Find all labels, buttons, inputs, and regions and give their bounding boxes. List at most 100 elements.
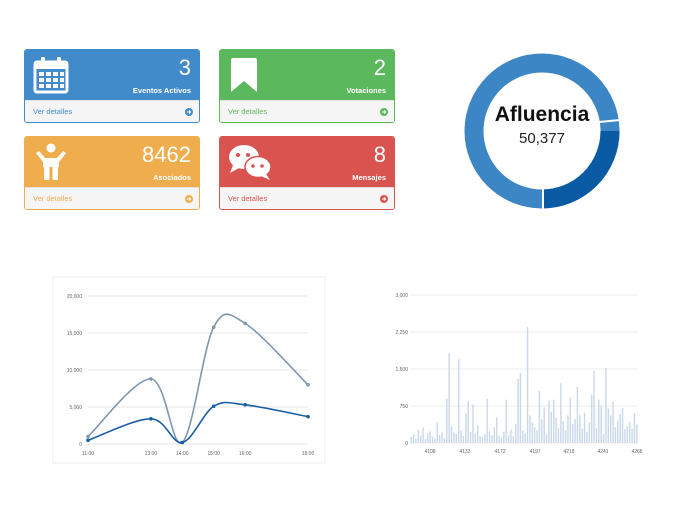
series-line [87,313,309,444]
bar [598,399,600,443]
bar [590,394,593,443]
bar [560,383,562,443]
bar [576,386,579,443]
bar [512,436,515,443]
y-tick-label: 20,000 [67,294,83,300]
y-tick-label: 15,000 [67,331,83,337]
card-count: 8462 [142,142,191,167]
bar [602,434,605,443]
y-tick-label: 2,250 [395,330,408,336]
bar [417,430,420,443]
bar [571,424,574,443]
bar [457,359,460,443]
x-tick-label: 4218 [563,449,574,455]
bar [617,420,619,443]
y-tick-label: 1,500 [395,367,408,373]
bar [600,405,602,443]
bar [569,397,572,443]
bar [536,430,538,443]
data-point [211,404,216,409]
bar [593,370,595,443]
bar [612,401,614,443]
bar [529,415,531,443]
x-tick-label: 4108 [424,449,435,455]
bar [436,422,439,443]
afluencia-donut: Afluencia 50,377 [463,52,621,210]
bar [624,429,626,443]
card-asociados: 8462 Asociados Ver detalles [24,136,200,210]
bar [493,427,496,443]
card-count: 3 [178,55,191,80]
bar [631,428,633,443]
bar [443,438,446,443]
bar [595,428,598,443]
y-tick-label: 0 [405,441,408,447]
bar [438,435,441,443]
bar [633,412,636,443]
bar [469,431,472,443]
bar [479,436,481,443]
card-votaciones: 2 Votaciones Ver detalles [219,49,395,123]
ver-detalles-link[interactable]: Ver detalles [25,100,199,122]
bar [488,431,491,443]
bar [583,412,586,443]
bar [567,415,569,443]
bar [557,428,560,443]
bar [422,427,424,443]
bar [517,378,519,443]
card-header: 2 Votaciones [220,50,394,100]
bar [514,424,517,443]
card-label: Mensajes [352,173,386,182]
arrow-circle-right-icon [380,195,388,203]
arrow-circle-right-icon [185,108,193,116]
data-point [149,377,153,381]
bar [588,422,591,443]
card-header: 8462 Asociados [25,137,199,187]
line-chart: 0 5,000 10,000 15,000 20,000 11:00 13:00 14:00 1… [52,276,328,471]
calendar-icon [33,56,69,99]
x-tick-label: 4197 [529,449,540,455]
bar [579,415,581,443]
bar [581,428,583,443]
bar [562,421,564,443]
bar [472,404,474,443]
bar [462,436,465,443]
ver-detalles-link[interactable]: Ver detalles [220,100,394,122]
data-point [306,414,310,419]
data-point [149,417,153,421]
bar [450,426,453,443]
bar [434,438,436,443]
bar [465,413,467,443]
bar [524,433,526,443]
bar [533,427,536,443]
bar [486,398,488,443]
x-tick-label: 16:00 [239,451,252,457]
bar [555,417,557,443]
card-count: 8 [373,142,386,167]
chat-icon [228,143,274,186]
bar [519,372,522,443]
link-label: Ver detalles [228,107,268,116]
bar [431,436,434,443]
bar [448,353,450,443]
bar [605,368,607,443]
bar-chart: 0 750 1,500 2,250 3,000 4108 4133 4172 4197 4218 4… [380,284,642,463]
card-label: Asociados [153,173,191,182]
data-point [211,325,216,329]
x-tick-label: 4133 [459,449,470,455]
bar [441,432,443,443]
x-tick-label: 15:00 [207,451,220,457]
bar [545,434,548,443]
x-tick-label: 13:00 [145,451,158,457]
ver-detalles-link[interactable]: Ver detalles [220,187,394,209]
card-eventos-activos: 3 Eventos Activos Ver detalles [24,49,200,123]
bar [505,399,507,443]
y-tick-label: 3,000 [395,293,408,299]
x-tick-label: 4241 [597,449,608,455]
donut-value: 50,377 [519,130,565,147]
bar [419,435,422,443]
card-label: Eventos Activos [132,86,191,95]
bar [538,390,541,443]
ver-detalles-link[interactable]: Ver detalles [25,187,199,209]
bar [491,435,493,443]
